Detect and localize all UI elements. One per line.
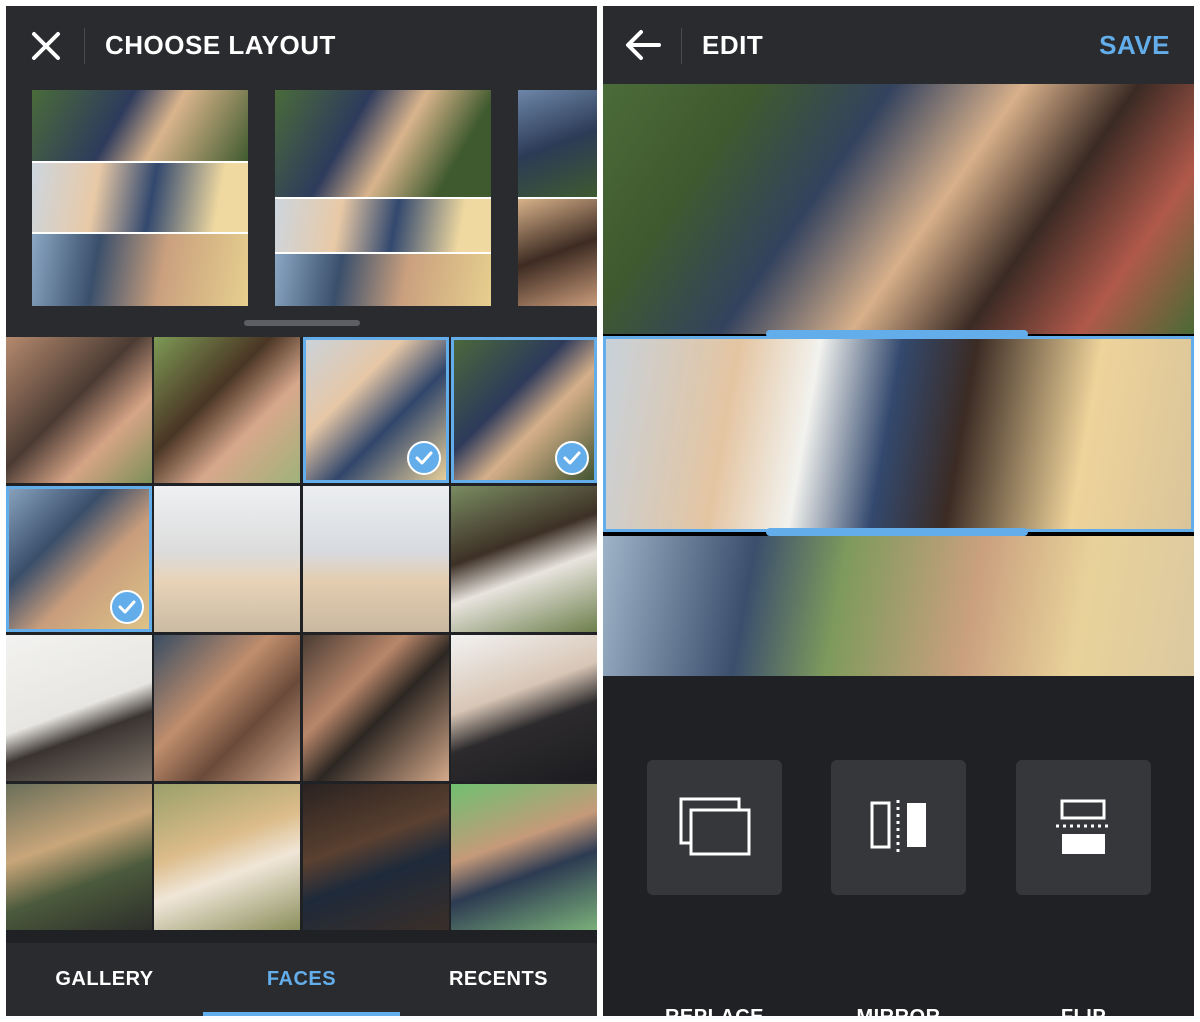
arrow-left-icon[interactable] bbox=[621, 25, 665, 65]
choose-layout-header: CHOOSE LAYOUT bbox=[6, 6, 597, 84]
checkmark-icon bbox=[110, 590, 144, 624]
replace-button[interactable]: REPLACE bbox=[647, 760, 782, 1016]
checkmark-icon bbox=[407, 441, 441, 475]
flip-icon bbox=[1056, 799, 1111, 854]
photo-thumbnail-selected[interactable] bbox=[6, 486, 152, 632]
photo-thumbnail[interactable] bbox=[303, 784, 449, 930]
resize-handle[interactable] bbox=[766, 528, 1028, 536]
tab-gallery[interactable]: GALLERY bbox=[6, 943, 203, 1016]
photo-thumbnail[interactable] bbox=[6, 337, 152, 483]
collage-photo-bottom[interactable] bbox=[603, 536, 1194, 676]
page-title: CHOOSE LAYOUT bbox=[105, 30, 336, 60]
photo-thumbnail[interactable] bbox=[154, 635, 300, 781]
mirror-label: MIRROR bbox=[831, 1006, 966, 1016]
photo-thumbnail[interactable] bbox=[154, 337, 300, 483]
choose-layout-screen: CHOOSE LAYOUT GALLERY FACES RECENTS bbox=[6, 6, 597, 1016]
photo-thumbnail[interactable] bbox=[154, 486, 300, 632]
mirror-icon bbox=[870, 800, 926, 852]
layout-option-two-top-rows[interactable] bbox=[275, 90, 491, 306]
photo-thumbnail[interactable] bbox=[6, 635, 152, 781]
edit-screen: EDIT SAVE REPLACE MIRROR bbox=[603, 6, 1194, 1016]
flip-label: FLIP bbox=[1016, 1006, 1151, 1016]
photo-thumbnail[interactable] bbox=[303, 635, 449, 781]
photo-thumbnail[interactable] bbox=[303, 486, 449, 632]
collage-photo-middle-selected[interactable] bbox=[603, 336, 1194, 532]
photo-thumbnail[interactable] bbox=[451, 784, 597, 930]
header-divider bbox=[84, 28, 85, 64]
checkmark-icon bbox=[555, 441, 589, 475]
photo-thumbnail[interactable] bbox=[154, 784, 300, 930]
replace-icon bbox=[679, 797, 751, 856]
flip-button[interactable]: FLIP bbox=[1016, 760, 1151, 1016]
save-button[interactable]: SAVE bbox=[1099, 30, 1170, 61]
photo-thumbnail[interactable] bbox=[451, 635, 597, 781]
replace-label: REPLACE bbox=[647, 1006, 782, 1016]
photo-thumbnail[interactable] bbox=[451, 486, 597, 632]
face-photo-grid bbox=[6, 337, 597, 943]
collage-canvas bbox=[603, 84, 1194, 676]
collage-photo-top[interactable] bbox=[603, 84, 1194, 334]
edit-tools: REPLACE MIRROR FLIP bbox=[603, 676, 1194, 1016]
edit-header: EDIT SAVE bbox=[603, 6, 1194, 84]
mirror-button[interactable]: MIRROR bbox=[831, 760, 966, 1016]
tab-recents[interactable]: RECENTS bbox=[400, 943, 597, 1016]
photo-thumbnail-selected[interactable] bbox=[451, 337, 597, 483]
layout-option-split[interactable] bbox=[518, 90, 597, 306]
tab-faces[interactable]: FACES bbox=[203, 943, 400, 1016]
layout-strip-scroll-handle[interactable] bbox=[244, 320, 360, 326]
active-tab-indicator bbox=[203, 1012, 400, 1016]
close-icon[interactable] bbox=[26, 26, 66, 66]
photo-thumbnail-selected[interactable] bbox=[303, 337, 449, 483]
layout-strip[interactable] bbox=[6, 84, 597, 337]
photo-thumbnail[interactable] bbox=[6, 784, 152, 930]
page-title: EDIT bbox=[702, 30, 764, 60]
source-tabs: GALLERY FACES RECENTS bbox=[6, 943, 597, 1016]
header-divider bbox=[681, 28, 682, 64]
layout-option-three-rows[interactable] bbox=[32, 90, 248, 306]
